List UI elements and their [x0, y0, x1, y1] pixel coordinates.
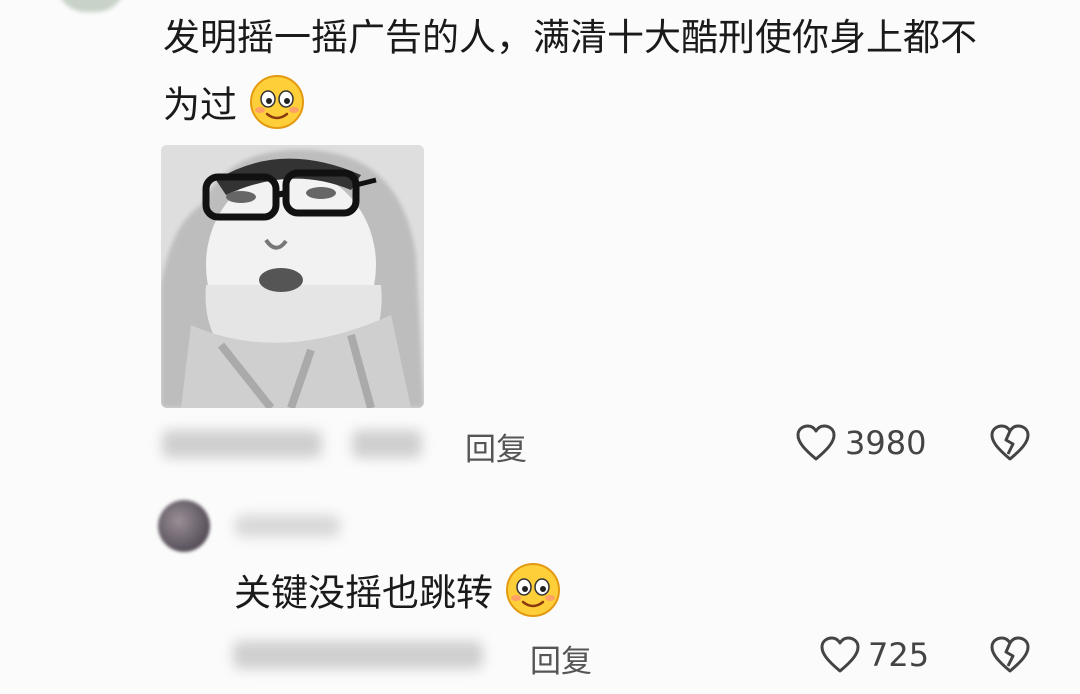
reply-username-blurred[interactable]: [235, 515, 340, 537]
dislike-broken-heart-icon[interactable]: [990, 424, 1030, 462]
smile-emoji-icon: [505, 562, 561, 628]
like-count-2: 725: [868, 636, 930, 674]
comment-text: 发明摇一摇广告的人，满清十大酷刑使你身上都不 为过: [163, 16, 1043, 140]
comment-location-blurred: [352, 430, 422, 458]
comment-image[interactable]: [161, 145, 424, 408]
avatar-partial[interactable]: [56, 0, 126, 12]
comment-meta-blurred: [162, 430, 322, 458]
like-count: 3980: [845, 424, 927, 462]
reply-avatar[interactable]: [158, 500, 210, 552]
reply-comment-text: 关键没摇也跳转: [234, 562, 561, 628]
like-heart-icon[interactable]: [820, 636, 860, 674]
reply-button[interactable]: 回复: [465, 424, 527, 469]
dislike-broken-heart-icon[interactable]: [990, 636, 1030, 674]
reply-meta-blurred: [233, 641, 483, 669]
smile-emoji-icon: [249, 74, 305, 140]
comment-text-line1: 发明摇一摇广告的人，满清十大酷刑使你身上都不: [163, 16, 977, 59]
like-heart-icon[interactable]: [796, 424, 836, 462]
reply-button-2[interactable]: 回复: [530, 636, 592, 681]
reply-comment-text-line: 关键没摇也跳转: [234, 571, 493, 615]
comment-text-line2: 为过: [163, 83, 237, 127]
